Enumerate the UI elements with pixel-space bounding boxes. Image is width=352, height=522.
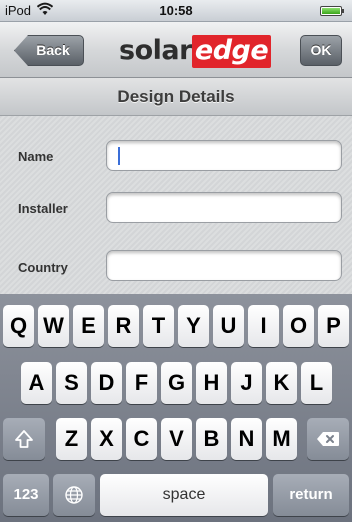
- key-g[interactable]: G: [161, 362, 192, 404]
- key-m[interactable]: M: [266, 418, 297, 460]
- ok-button[interactable]: OK: [300, 35, 342, 66]
- key-k[interactable]: K: [266, 362, 297, 404]
- key-a[interactable]: A: [21, 362, 52, 404]
- installer-field[interactable]: [106, 192, 342, 223]
- logo-text-edge: edge: [191, 35, 272, 68]
- installer-label: Installer: [18, 201, 68, 216]
- space-key[interactable]: space: [100, 474, 268, 516]
- key-o[interactable]: O: [283, 305, 314, 347]
- shift-icon: [15, 430, 33, 448]
- return-key[interactable]: return: [273, 474, 349, 516]
- key-f[interactable]: F: [126, 362, 157, 404]
- key-z[interactable]: Z: [56, 418, 87, 460]
- key-e[interactable]: E: [73, 305, 104, 347]
- key-q[interactable]: Q: [3, 305, 34, 347]
- name-field[interactable]: [106, 140, 342, 171]
- numbers-key[interactable]: 123: [3, 474, 49, 516]
- back-button[interactable]: Back: [14, 35, 84, 66]
- globe-key[interactable]: [53, 474, 95, 516]
- clock: 10:58: [159, 3, 193, 18]
- delete-key[interactable]: [307, 418, 349, 460]
- key-u[interactable]: U: [213, 305, 244, 347]
- key-h[interactable]: H: [196, 362, 227, 404]
- key-s[interactable]: S: [56, 362, 87, 404]
- key-i[interactable]: I: [248, 305, 279, 347]
- backspace-icon: [317, 432, 339, 446]
- country-label: Country: [18, 260, 68, 275]
- key-r[interactable]: R: [108, 305, 139, 347]
- logo-text-solar: solar: [119, 35, 192, 66]
- key-l[interactable]: L: [301, 362, 332, 404]
- key-p[interactable]: P: [318, 305, 349, 347]
- key-x[interactable]: X: [91, 418, 122, 460]
- globe-icon: [65, 486, 83, 504]
- key-d[interactable]: D: [91, 362, 122, 404]
- shift-key[interactable]: [3, 418, 45, 460]
- nav-bar: Back solar edge OK: [0, 22, 352, 78]
- text-cursor: [118, 147, 120, 165]
- key-w[interactable]: W: [38, 305, 69, 347]
- status-bar: iPod 10:58: [0, 0, 352, 22]
- key-c[interactable]: C: [126, 418, 157, 460]
- key-v[interactable]: V: [161, 418, 192, 460]
- onscreen-keyboard: Q W E R T Y U I O P A S D F G H J K L Z …: [0, 294, 352, 522]
- key-t[interactable]: T: [143, 305, 174, 347]
- key-y[interactable]: Y: [178, 305, 209, 347]
- section-title: Design Details: [0, 78, 352, 116]
- battery-icon: [320, 6, 344, 16]
- key-j[interactable]: J: [231, 362, 262, 404]
- key-n[interactable]: N: [231, 418, 262, 460]
- solaredge-logo: solar edge: [119, 35, 272, 68]
- design-details-form: Name Installer Country: [0, 116, 352, 294]
- country-field[interactable]: [106, 250, 342, 281]
- key-b[interactable]: B: [196, 418, 227, 460]
- name-label: Name: [18, 149, 54, 164]
